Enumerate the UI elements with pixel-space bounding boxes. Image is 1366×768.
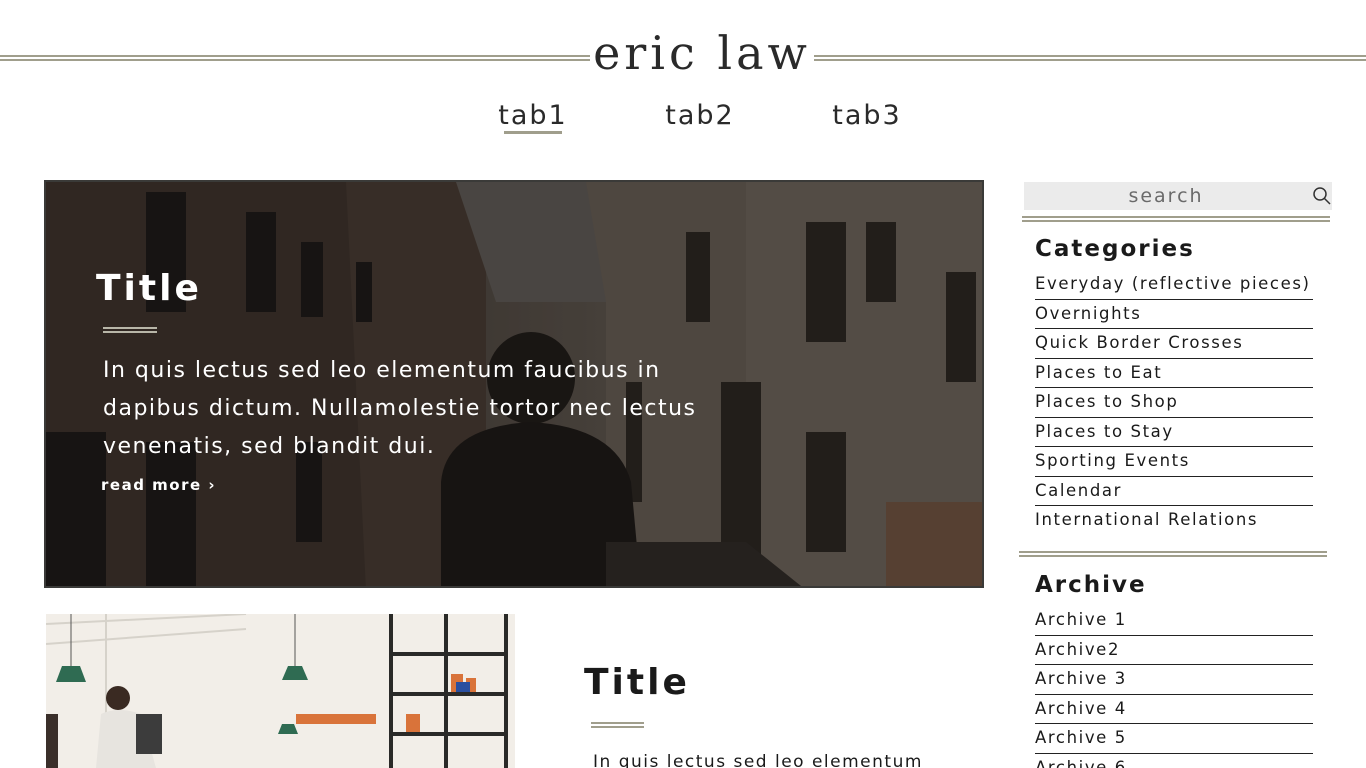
categories-list: Everyday (reflective pieces) Overnights … [1035, 270, 1313, 536]
category-item[interactable]: Everyday (reflective pieces) [1035, 270, 1313, 300]
sidebar-divider-top [1022, 216, 1330, 222]
search-box [1024, 182, 1332, 210]
category-item[interactable]: Sporting Events [1035, 447, 1313, 477]
category-item[interactable]: Overnights [1035, 300, 1313, 329]
category-item[interactable]: Places to Shop [1035, 388, 1313, 418]
main-nav: tab1 tab2 tab3 [0, 96, 1366, 140]
tab-1[interactable]: tab1 [494, 96, 572, 136]
category-item[interactable]: Calendar [1035, 477, 1313, 506]
page: eric law tab1 tab2 tab3 Title In quis le… [0, 0, 1366, 768]
category-item[interactable]: International Relations [1035, 506, 1313, 536]
post-excerpt: In quis lectus sed leo elementum [593, 752, 923, 768]
active-tab-indicator [504, 131, 562, 134]
featured-post-excerpt: In quis lectus sed leo elementum faucibu… [103, 358, 697, 459]
categories-heading: Categories [1035, 236, 1195, 262]
header-rule-right [814, 55, 1366, 61]
post-image[interactable] [46, 614, 515, 768]
sidebar-divider-archive [1019, 551, 1327, 557]
archive-item[interactable]: Archive 1 [1035, 606, 1313, 636]
archive-list: Archive 1 Archive2 Archive 3 Archive 4 A… [1035, 606, 1313, 768]
site-title[interactable]: eric law [590, 22, 814, 84]
search-input[interactable] [1024, 182, 1308, 210]
read-more-link[interactable]: read more › [101, 476, 216, 494]
featured-post[interactable]: Title In quis lectus sed leo elementum f… [44, 180, 984, 588]
tab-3[interactable]: tab3 [830, 96, 904, 136]
archive-item[interactable]: Archive 3 [1035, 665, 1313, 695]
search-icon[interactable] [1312, 186, 1332, 206]
archive-item[interactable]: Archive 5 [1035, 724, 1313, 754]
archive-heading: Archive [1035, 572, 1147, 598]
post-image-illustration [46, 614, 515, 768]
header-rule-left [0, 55, 590, 61]
archive-item[interactable]: Archive 6 [1035, 754, 1313, 768]
archive-item[interactable]: Archive 4 [1035, 695, 1313, 724]
featured-post-divider [103, 327, 157, 333]
featured-post-title[interactable]: Title [96, 268, 202, 309]
tab-2[interactable]: tab2 [662, 96, 738, 136]
category-item[interactable]: Places to Stay [1035, 418, 1313, 447]
post-title[interactable]: Title [584, 662, 690, 703]
archive-item[interactable]: Archive2 [1035, 636, 1313, 665]
post-divider [591, 722, 644, 728]
category-item[interactable]: Places to Eat [1035, 359, 1313, 388]
category-item[interactable]: Quick Border Crosses [1035, 329, 1313, 359]
